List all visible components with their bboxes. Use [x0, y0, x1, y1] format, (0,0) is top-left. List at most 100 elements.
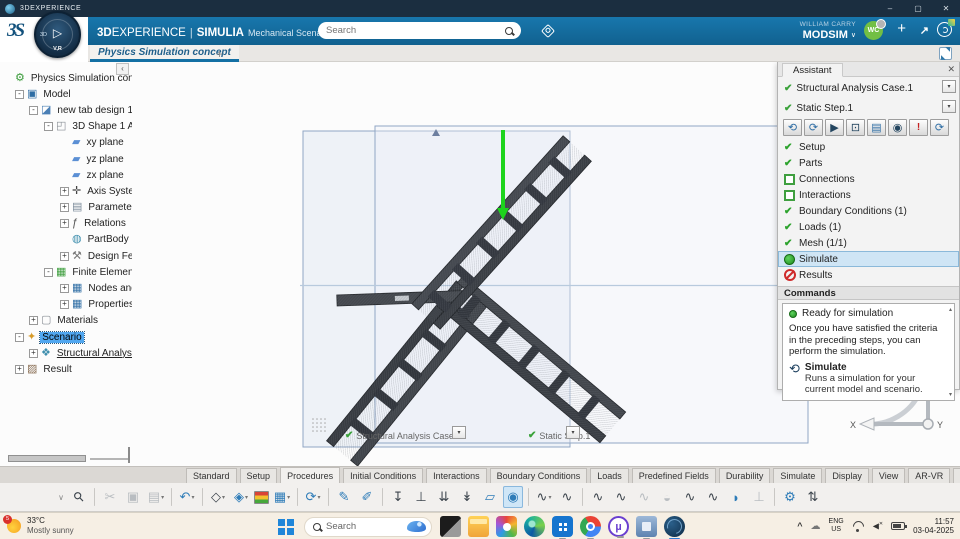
insert-existing-product-icon[interactable]	[231, 486, 251, 508]
tree-collapse-button[interactable]: ‹	[116, 63, 129, 75]
assistant-step-row[interactable]: ✔ Static Step.1	[778, 97, 959, 117]
refresh-all-icon[interactable]	[930, 119, 949, 136]
toolbar-separator[interactable]	[328, 488, 329, 506]
toolbar-separator[interactable]	[382, 488, 383, 506]
tree-expander-icon[interactable]	[60, 203, 69, 213]
step-frame-dropdown[interactable]	[566, 426, 580, 439]
diagnostics-icon[interactable]	[909, 119, 928, 136]
assistant-step[interactable]: Interactions	[778, 187, 959, 203]
tree-item-label[interactable]: Materials	[55, 315, 100, 326]
graph-colors-icon[interactable]	[254, 490, 269, 504]
report-table-icon[interactable]	[867, 119, 886, 136]
assistant-step[interactable]: Boundary Conditions (1)	[778, 203, 959, 219]
model-checks-icon[interactable]	[780, 486, 800, 508]
file-explorer-icon[interactable]	[468, 516, 489, 537]
toolbar-separator[interactable]	[202, 488, 203, 506]
tree-item-label[interactable]: Model	[41, 89, 72, 100]
tree-expander-icon[interactable]	[60, 251, 69, 261]
tree-item-label[interactable]: Result	[41, 364, 73, 375]
volume-muted-icon[interactable]: ◀	[873, 521, 883, 531]
tree-expander-icon[interactable]	[44, 267, 53, 277]
search-icon[interactable]	[505, 26, 513, 35]
amplitude-step-icon[interactable]	[534, 486, 554, 508]
check-scenario-icon[interactable]	[804, 119, 823, 136]
tree-expander-icon[interactable]	[44, 122, 53, 132]
paste-icon[interactable]	[146, 486, 166, 508]
tree-item-label[interactable]: PartBody	[86, 234, 131, 245]
tree-item[interactable]: PartBody	[0, 232, 132, 248]
spring-connection-icon[interactable]	[503, 486, 523, 508]
utorrent-icon[interactable]	[608, 516, 629, 538]
actionbar-tab[interactable]: Initial Conditions	[343, 468, 424, 483]
actionbar-tab[interactable]: Predefined Fields	[631, 468, 716, 483]
actionbar-tab[interactable]: Durability	[718, 468, 771, 483]
tree-expander-icon[interactable]	[60, 219, 69, 229]
actionbar-tab[interactable]: Setup	[239, 468, 278, 483]
close-icon[interactable]: ✕	[947, 64, 955, 75]
task-view-icon[interactable]	[440, 516, 461, 537]
close-button[interactable]: ✕	[932, 0, 960, 17]
curve-time-icon[interactable]	[680, 486, 700, 508]
simulate-command-title[interactable]: Simulate	[805, 362, 942, 373]
tree-item-label[interactable]: Properties	[86, 299, 132, 310]
toolbar-separator[interactable]	[528, 488, 529, 506]
tree-item-label[interactable]: Finite Element Moc	[70, 267, 132, 278]
tree-expander-icon[interactable]	[15, 89, 24, 99]
tree-expander-icon[interactable]	[60, 284, 69, 294]
tree-item[interactable]: Axis Systems	[0, 183, 132, 199]
toolbar-separator[interactable]	[774, 488, 775, 506]
mesh-part-icon[interactable]	[726, 486, 746, 508]
weather-widget[interactable]: 5 33°C Mostly sunny	[3, 514, 74, 535]
tree-item-label[interactable]: Structural Analysis Ca	[55, 348, 132, 359]
wifi-icon[interactable]	[852, 521, 865, 532]
clock[interactable]: 11:57 03-04-2025	[913, 517, 954, 536]
chrome-icon[interactable]	[580, 516, 601, 539]
toolbar-separator[interactable]	[297, 488, 298, 506]
actionbar-tab[interactable]: Procedures	[280, 467, 341, 483]
start-button[interactable]	[276, 517, 296, 537]
surface-section-icon[interactable]	[480, 486, 500, 508]
pressure-vessel-icon[interactable]	[657, 486, 677, 508]
new-content-icon[interactable]	[208, 486, 228, 508]
tree-item-label[interactable]: 3D Shape 1 A.1	[70, 121, 132, 132]
tree-item-label[interactable]: zx plane	[84, 170, 125, 181]
specification-tree-icon[interactable]	[272, 486, 292, 508]
scroll-down-icon[interactable]: ▾	[949, 391, 952, 398]
case-frame-dropdown[interactable]	[452, 426, 466, 439]
assistant-step[interactable]: Simulate	[778, 251, 959, 267]
3dexperience-app-icon[interactable]	[664, 516, 685, 539]
tree-item-label[interactable]: Parameters	[86, 202, 132, 213]
virtual-bolt-icon[interactable]	[749, 486, 769, 508]
actionbar-tab[interactable]: View	[871, 468, 906, 483]
tree-expander-icon[interactable]	[29, 348, 38, 358]
run-simulation-icon[interactable]	[825, 119, 844, 136]
edge-icon[interactable]	[524, 516, 545, 537]
tree-hscroll-thumb[interactable]	[8, 455, 86, 462]
preview-frame-icon[interactable]	[846, 119, 865, 136]
tree-expander-icon[interactable]	[15, 364, 24, 374]
tree-hscroll-track[interactable]	[90, 458, 128, 460]
assistant-tab[interactable]: Assistant	[782, 63, 843, 77]
prescribed-displacement-icon[interactable]	[388, 486, 408, 508]
photos-icon[interactable]	[496, 516, 517, 537]
workspace-selector[interactable]: MODSIM ∨	[803, 29, 856, 41]
actionbar-tab[interactable]: Boundary Conditions	[489, 468, 588, 483]
toolbar-separator[interactable]	[171, 488, 172, 506]
tree-item[interactable]: Model	[0, 86, 132, 102]
tree-item[interactable]: Parameters	[0, 200, 132, 216]
add-content-button[interactable]: +	[897, 20, 906, 37]
tree-item-label[interactable]: Relations	[82, 218, 128, 229]
compass-play-icon[interactable]: ▷	[36, 26, 79, 40]
assistant-step[interactable]: Mesh (1/1)	[778, 235, 959, 251]
curve-cyclic-icon[interactable]	[588, 486, 608, 508]
tree-item[interactable]: zx plane	[0, 167, 132, 183]
taskbar-search[interactable]: Search	[304, 516, 432, 537]
simulate-command[interactable]: Simulate Runs a simulation for your curr…	[789, 362, 942, 396]
tree-item-label[interactable]: Axis Systems	[85, 186, 132, 197]
assistant-step[interactable]: Results	[778, 267, 959, 283]
share-icon[interactable]: ↗	[920, 24, 929, 37]
applied-force-icon[interactable]	[434, 486, 454, 508]
tree-expander-icon[interactable]	[60, 186, 69, 196]
assistant-case-row[interactable]: ✔ Structural Analysis Case.1	[778, 77, 959, 97]
scroll-up-icon[interactable]: ▴	[949, 306, 952, 313]
